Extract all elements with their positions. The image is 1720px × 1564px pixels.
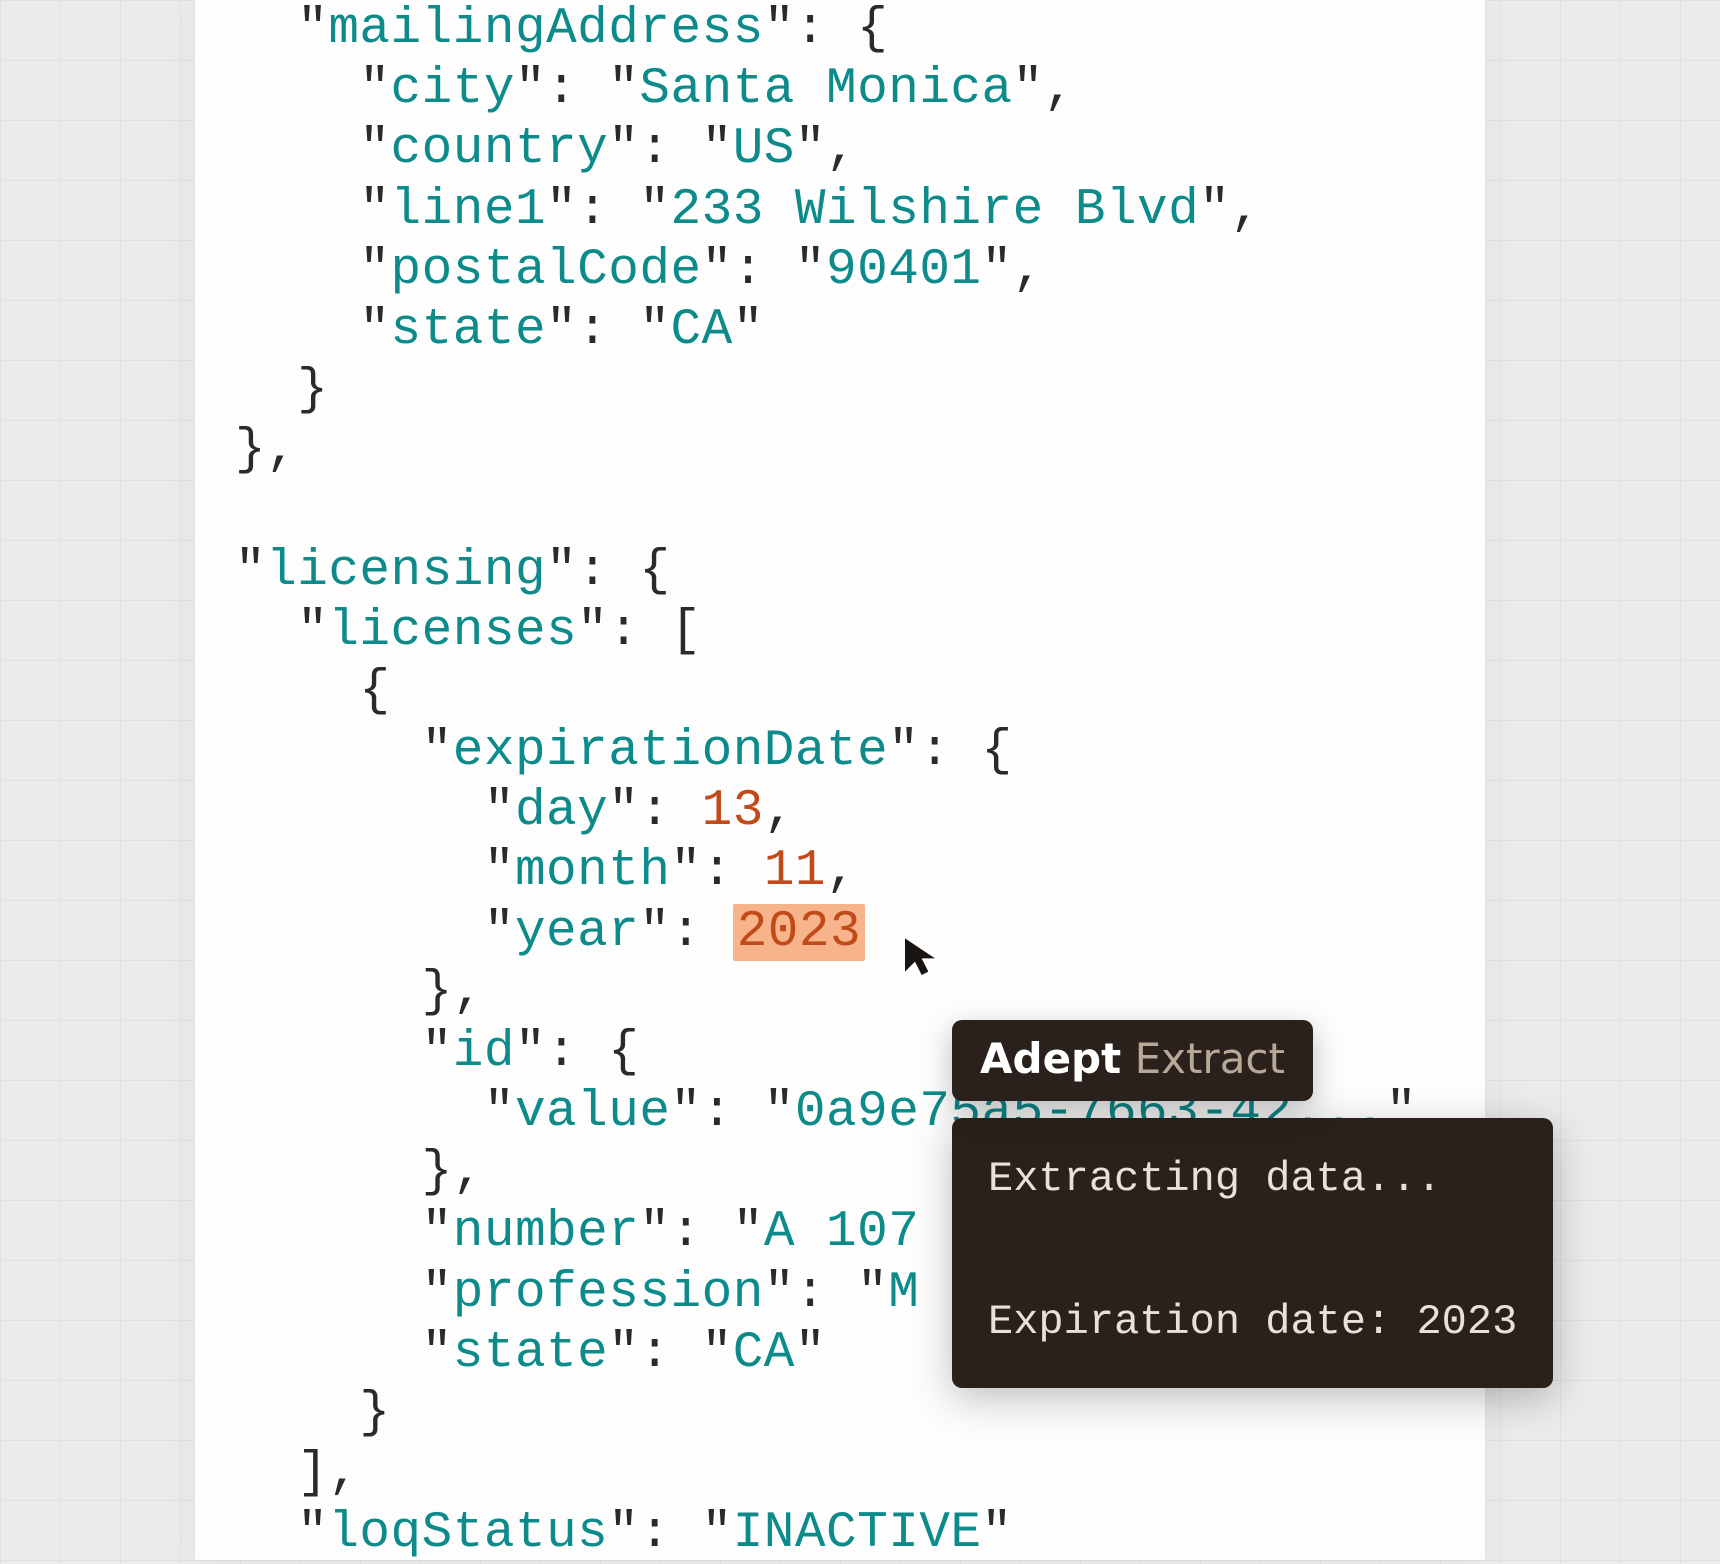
key-licensing: licensing <box>266 543 546 600</box>
key-license-state: state <box>453 1325 609 1382</box>
key-state: state <box>391 302 547 359</box>
val-day: 13 <box>702 783 764 840</box>
key-year: year <box>515 904 639 961</box>
tooltip-status-line: Extracting data... <box>988 1144 1517 1215</box>
tooltip-result-line: Expiration date: 2023 <box>988 1287 1517 1358</box>
val-license-state: CA <box>733 1325 795 1382</box>
val-number: A 107 <box>764 1204 920 1261</box>
val-year-highlighted[interactable]: 2023 <box>733 904 865 961</box>
key-licenses: licenses <box>328 603 577 660</box>
val-line1: 233 Wilshire Blvd <box>670 182 1199 239</box>
key-line1: line1 <box>391 182 547 239</box>
key-mailingAddress: mailingAddress <box>328 1 763 58</box>
key-number: number <box>453 1204 640 1261</box>
key-country: country <box>391 121 609 178</box>
val-loqStatus: INACTIVE <box>733 1505 982 1562</box>
val-profession: M <box>888 1265 919 1322</box>
val-city: Santa Monica <box>639 61 1012 118</box>
tooltip-mode: Extract <box>1135 1034 1285 1083</box>
key-postalCode: postalCode <box>391 242 702 299</box>
val-state: CA <box>670 302 732 359</box>
key-expirationDate: expirationDate <box>453 723 888 780</box>
key-city: city <box>391 61 515 118</box>
key-profession: profession <box>453 1265 764 1322</box>
tooltip-header: Adept Extract <box>952 1020 1313 1101</box>
key-id: id <box>453 1024 515 1081</box>
key-month: month <box>515 843 671 900</box>
val-country: US <box>733 121 795 178</box>
key-loqStatus: loqStatus <box>328 1505 608 1562</box>
val-month: 11 <box>764 843 826 900</box>
tooltip-body: Extracting data... Expiration date: 2023 <box>952 1118 1553 1388</box>
key-id-value: value <box>515 1084 671 1141</box>
tooltip-brand: Adept <box>980 1034 1121 1083</box>
key-day: day <box>515 783 608 840</box>
val-postalCode: 90401 <box>826 242 982 299</box>
